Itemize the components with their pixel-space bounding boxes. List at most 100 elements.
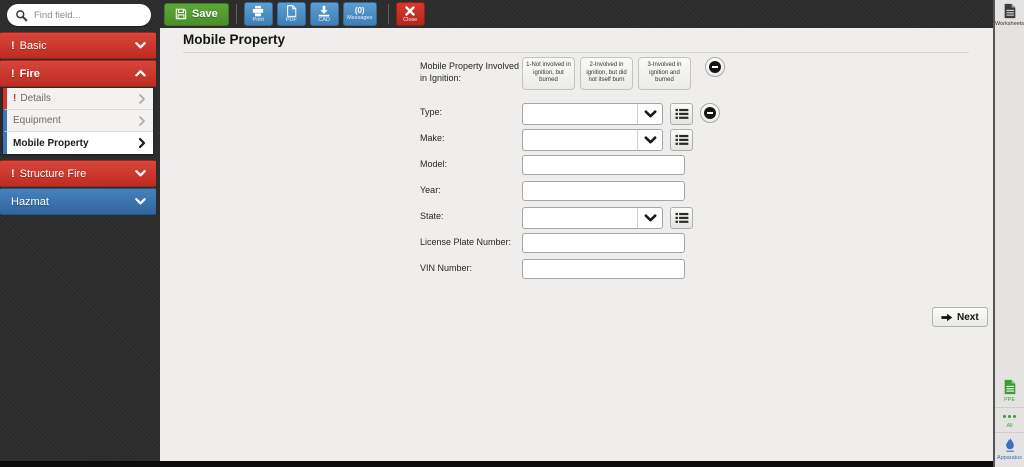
next-label: Next xyxy=(957,312,979,323)
arrow-right-icon xyxy=(941,313,953,322)
type-row: Type: xyxy=(420,103,920,125)
cad-button[interactable]: CAD xyxy=(310,2,339,26)
worksheets-label: Worksheets xyxy=(995,21,1024,28)
minus-circle-icon xyxy=(704,107,716,119)
chevron-right-icon xyxy=(139,116,145,126)
printer-icon xyxy=(252,5,264,17)
right-toolbar: Worksheets PPE All Apparatus xyxy=(993,0,1024,467)
toolbar-divider xyxy=(236,4,237,24)
main-panel: Mobile Property Mobile Property Involved… xyxy=(160,28,993,461)
make-row: Make: xyxy=(420,129,920,151)
state-label: State: xyxy=(420,207,522,222)
model-label: Model: xyxy=(420,155,522,170)
find-field-search xyxy=(7,4,151,26)
required-mark: ! xyxy=(11,168,15,180)
subitem-label: Mobile Property xyxy=(13,138,89,149)
type-lookup-button[interactable] xyxy=(670,103,693,125)
ignition-option-3-button[interactable]: 3-Involved in ignition and burned xyxy=(638,57,691,90)
toolbar-divider xyxy=(388,4,389,24)
bottom-bar xyxy=(0,461,993,467)
state-select[interactable] xyxy=(522,207,663,229)
cad-label: CAD xyxy=(318,18,330,24)
sidebar-item-equipment[interactable]: Equipment xyxy=(3,110,153,132)
ignition-clear-button[interactable] xyxy=(705,57,725,77)
license-plate-row: License Plate Number: xyxy=(420,233,920,253)
save-label: Save xyxy=(192,8,218,20)
required-mark: ! xyxy=(11,40,15,52)
messages-label: Messages xyxy=(347,16,372,22)
vin-row: VIN Number: xyxy=(420,259,920,279)
required-mark: ! xyxy=(11,68,15,80)
subitem-label: Details xyxy=(20,93,51,104)
ignition-row: Mobile Property Involved in Ignition: 1-… xyxy=(420,57,920,90)
apparatus-button[interactable]: Apparatus xyxy=(995,432,1024,465)
pdf-file-icon xyxy=(286,5,297,17)
messages-button[interactable]: (0) Messages xyxy=(343,2,377,26)
vin-input[interactable] xyxy=(522,259,685,279)
state-select-value xyxy=(523,208,637,228)
print-label: Print xyxy=(253,18,264,24)
floppy-disk-icon xyxy=(175,8,187,20)
worksheets-button[interactable]: Worksheets xyxy=(995,0,1024,31)
section-label: Hazmat xyxy=(11,196,49,208)
year-input[interactable] xyxy=(522,181,685,201)
ignition-option-1-button[interactable]: 1-Not involved in ignition, but burned xyxy=(522,57,575,90)
license-plate-input[interactable] xyxy=(522,233,685,253)
make-select[interactable] xyxy=(522,129,663,151)
sidebar-item-details[interactable]: ! Details xyxy=(3,88,153,110)
year-row: Year: xyxy=(420,181,920,201)
search-icon xyxy=(15,9,28,22)
model-input[interactable] xyxy=(522,155,685,175)
chevron-down-icon xyxy=(637,208,662,228)
print-button[interactable]: Print xyxy=(244,2,273,26)
search-input[interactable] xyxy=(34,10,143,21)
list-icon xyxy=(675,134,689,146)
ppe-label: PPE xyxy=(1004,397,1015,404)
sidebar-section-structure-fire[interactable]: ! Structure Fire xyxy=(0,160,156,187)
rail-bottom-group: PPE All Apparatus xyxy=(995,375,1024,465)
close-label: Close xyxy=(403,18,417,24)
all-button[interactable]: All xyxy=(995,407,1024,433)
make-select-value xyxy=(523,130,637,150)
section-label: Fire xyxy=(20,68,40,80)
type-select[interactable] xyxy=(522,103,663,125)
type-label: Type: xyxy=(420,103,522,118)
make-label: Make: xyxy=(420,129,522,144)
section-menu: ! Basic ! Fire ! Details Equipment xyxy=(0,32,156,216)
type-clear-button[interactable] xyxy=(700,103,720,123)
state-lookup-button[interactable] xyxy=(670,207,693,229)
chevron-down-icon xyxy=(135,170,146,177)
sidebar-section-hazmat[interactable]: Hazmat xyxy=(0,188,156,215)
worksheets-document-icon xyxy=(1003,3,1017,19)
list-icon xyxy=(675,108,689,120)
download-icon xyxy=(318,5,330,17)
type-select-value xyxy=(523,104,637,124)
chevron-right-icon xyxy=(139,94,145,104)
close-button[interactable]: Close xyxy=(396,2,425,26)
pdf-label: PDF xyxy=(286,18,297,24)
sidebar-item-mobile-property[interactable]: Mobile Property xyxy=(3,132,153,154)
make-lookup-button[interactable] xyxy=(670,129,693,151)
license-plate-label: License Plate Number: xyxy=(420,233,522,248)
section-label: Basic xyxy=(20,40,47,52)
chevron-down-icon xyxy=(637,104,662,124)
chevron-down-icon xyxy=(637,130,662,150)
list-icon xyxy=(675,212,689,224)
next-button[interactable]: Next xyxy=(932,307,988,327)
model-row: Model: xyxy=(420,155,920,175)
save-button[interactable]: Save xyxy=(164,3,229,26)
state-row: State: xyxy=(420,207,920,229)
pdf-button[interactable]: PDF xyxy=(277,2,306,26)
all-label: All xyxy=(1006,423,1012,430)
ppe-document-icon xyxy=(1003,379,1017,395)
flame-icon xyxy=(1004,437,1016,453)
ellipsis-icon xyxy=(1003,412,1016,421)
ignition-option-2-button[interactable]: 2-Involved in ignition, but did not itse… xyxy=(580,57,633,90)
chevron-up-icon xyxy=(135,70,146,77)
fire-submenu: ! Details Equipment Mobile Property xyxy=(3,88,153,154)
left-sidebar: ! Basic ! Fire ! Details Equipment xyxy=(0,0,160,467)
sidebar-section-basic[interactable]: ! Basic xyxy=(0,32,156,59)
ppe-button[interactable]: PPE xyxy=(995,375,1024,407)
sidebar-section-fire[interactable]: ! Fire xyxy=(0,60,156,87)
mobile-property-form: Mobile Property Involved in Ignition: 1-… xyxy=(420,57,920,285)
